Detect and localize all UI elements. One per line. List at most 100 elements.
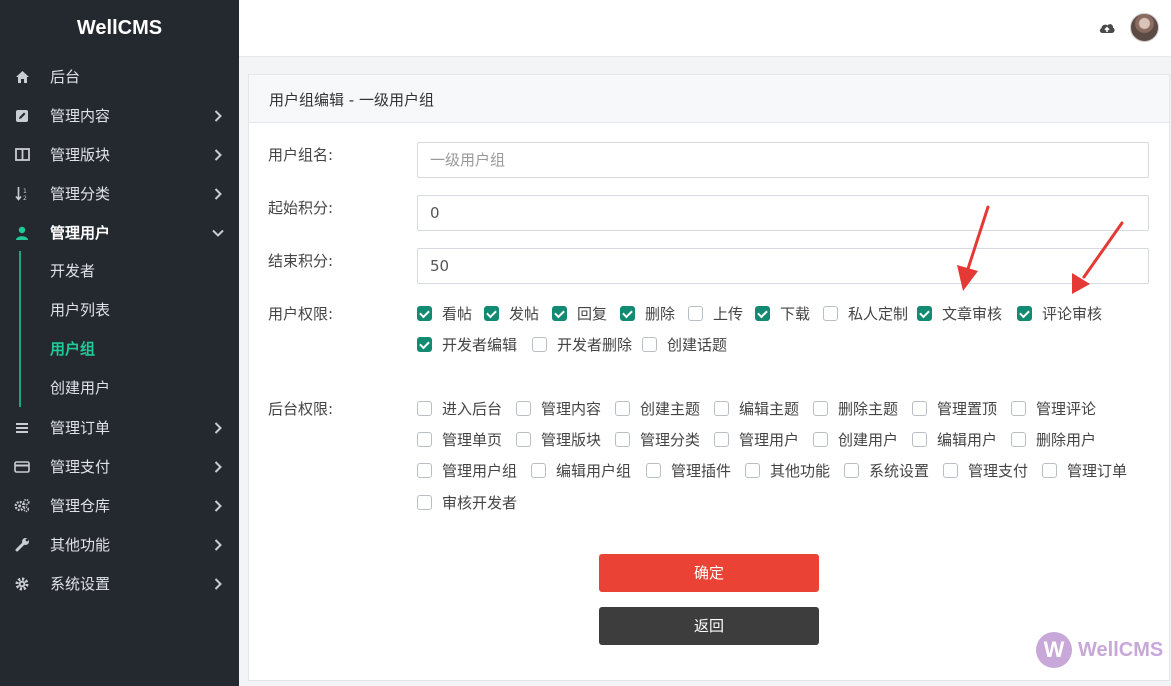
user-permission-checkbox[interactable]: 删除 [620,303,675,324]
user-permission-checkbox[interactable]: 创建话题 [642,334,727,355]
checkbox-label: 创建话题 [667,336,728,354]
sidebar-item-other[interactable]: 其他功能 [0,525,239,564]
checkbox-unchecked-icon[interactable] [823,306,838,321]
checkbox-checked-icon[interactable] [484,306,499,321]
checkbox-label: 发帖 [509,305,540,323]
checkbox-unchecked-icon[interactable] [531,463,546,478]
checkbox-checked-icon[interactable] [917,306,932,321]
admin-permission-checkbox[interactable]: 管理内容 [516,398,601,419]
admin-permission-checkbox[interactable]: 管理分类 [615,429,700,450]
checkbox-label: 看帖 [442,305,473,323]
user-permission-checkbox[interactable]: 下载 [755,303,810,324]
checkbox-unchecked-icon[interactable] [745,463,760,478]
checkbox-unchecked-icon[interactable] [532,337,547,352]
checkbox-label: 创建用户 [838,431,899,449]
checkbox-unchecked-icon[interactable] [615,432,630,447]
sidebar-item-settings[interactable]: 系统设置 [0,564,239,603]
admin-permission-checkbox[interactable]: 创建主题 [615,398,700,419]
group-name-input[interactable] [417,142,1149,178]
sidebar-item-users[interactable]: 管理用户 [0,213,239,252]
sidebar-item-label: 系统设置 [50,575,111,593]
end-points-input[interactable] [417,248,1149,284]
user-permission-checkbox[interactable]: 私人定制 [823,303,908,324]
admin-permission-checkbox[interactable]: 管理单页 [417,429,502,450]
cloud-upload-icon[interactable] [1098,20,1116,36]
start-points-input[interactable] [417,195,1149,231]
checkbox-unchecked-icon[interactable] [516,401,531,416]
card-title: 用户组编辑 - 一级用户组 [269,91,434,109]
watermark-logo: W [1036,632,1072,668]
checkbox-checked-icon[interactable] [417,306,432,321]
checkbox-unchecked-icon[interactable] [1011,401,1026,416]
admin-permission-checkbox[interactable]: 管理用户组 [417,460,517,481]
checkbox-unchecked-icon[interactable] [615,401,630,416]
checkbox-unchecked-icon[interactable] [912,401,927,416]
admin-permission-checkbox[interactable]: 管理支付 [943,460,1028,481]
user-permission-checkbox[interactable]: 回复 [552,303,607,324]
sidebar-item-categories[interactable]: 12 管理分类 [0,174,239,213]
admin-permission-checkbox[interactable]: 管理订单 [1042,460,1127,481]
group-name-label: 用户组名: [268,146,334,164]
checkbox-unchecked-icon[interactable] [417,432,432,447]
admin-permission-checkbox[interactable]: 系统设置 [844,460,929,481]
checkbox-unchecked-icon[interactable] [912,432,927,447]
admin-permission-checkbox[interactable]: 管理插件 [646,460,731,481]
checkbox-unchecked-icon[interactable] [943,463,958,478]
checkbox-unchecked-icon[interactable] [417,401,432,416]
admin-permission-checkbox[interactable]: 审核开发者 [417,492,517,513]
sidebar-item-warehouse[interactable]: 管理仓库 [0,486,239,525]
admin-permission-checkbox[interactable]: 编辑用户 [912,429,997,450]
checkbox-unchecked-icon[interactable] [813,401,828,416]
sidebar-subitem-user-list[interactable]: 用户列表 [50,291,110,330]
user-permission-checkbox[interactable]: 发帖 [484,303,539,324]
admin-permission-checkbox[interactable]: 编辑主题 [714,398,799,419]
checkbox-checked-icon[interactable] [417,337,432,352]
sidebar-subitem-create-user[interactable]: 创建用户 [50,369,110,408]
user-permission-checkbox[interactable]: 开发者编辑 [417,334,517,355]
checkbox-unchecked-icon[interactable] [516,432,531,447]
checkbox-unchecked-icon[interactable] [417,463,432,478]
sidebar-subitem-user-groups[interactable]: 用户组 [50,330,95,369]
sidebar-item-forums[interactable]: 管理版块 [0,135,239,174]
confirm-button[interactable]: 确定 [599,554,819,592]
checkbox-unchecked-icon[interactable] [1011,432,1026,447]
sidebar-item-home[interactable]: 后台 [0,57,239,96]
user-permission-checkbox[interactable]: 看帖 [417,303,472,324]
user-permission-checkbox[interactable]: 上传 [688,303,743,324]
checkbox-checked-icon[interactable] [552,306,567,321]
checkbox-unchecked-icon[interactable] [813,432,828,447]
checkbox-checked-icon[interactable] [620,306,635,321]
checkbox-label: 开发者删除 [557,336,633,354]
checkbox-unchecked-icon[interactable] [1042,463,1057,478]
user-permission-checkbox[interactable]: 文章审核 [917,303,1002,324]
admin-permission-checkbox[interactable]: 管理置顶 [912,398,997,419]
sidebar-item-payments[interactable]: 管理支付 [0,447,239,486]
checkbox-checked-icon[interactable] [1017,306,1032,321]
brand-logo[interactable]: WellCMS [0,0,239,56]
checkbox-label: 管理分类 [640,431,701,449]
back-button[interactable]: 返回 [599,607,819,645]
checkbox-unchecked-icon[interactable] [844,463,859,478]
admin-permission-checkbox[interactable]: 编辑用户组 [531,460,631,481]
checkbox-unchecked-icon[interactable] [646,463,661,478]
sidebar-item-content[interactable]: 管理内容 [0,96,239,135]
admin-permission-checkbox[interactable]: 删除主题 [813,398,898,419]
admin-permission-checkbox[interactable]: 管理版块 [516,429,601,450]
checkbox-unchecked-icon[interactable] [642,337,657,352]
sidebar-subitem-developers[interactable]: 开发者 [50,252,95,291]
user-permission-checkbox[interactable]: 评论审核 [1017,303,1102,324]
admin-permission-checkbox[interactable]: 管理用户 [714,429,799,450]
user-permission-checkbox[interactable]: 开发者删除 [532,334,632,355]
avatar[interactable] [1130,13,1159,42]
admin-permission-checkbox[interactable]: 删除用户 [1011,429,1096,450]
admin-permission-checkbox[interactable]: 进入后台 [417,398,502,419]
admin-permission-checkbox[interactable]: 其他功能 [745,460,830,481]
sidebar-item-orders[interactable]: 管理订单 [0,408,239,447]
checkbox-unchecked-icon[interactable] [714,432,729,447]
admin-permission-checkbox[interactable]: 管理评论 [1011,398,1096,419]
admin-permission-checkbox[interactable]: 创建用户 [813,429,898,450]
checkbox-unchecked-icon[interactable] [714,401,729,416]
checkbox-unchecked-icon[interactable] [417,495,432,510]
checkbox-unchecked-icon[interactable] [688,306,703,321]
checkbox-checked-icon[interactable] [755,306,770,321]
